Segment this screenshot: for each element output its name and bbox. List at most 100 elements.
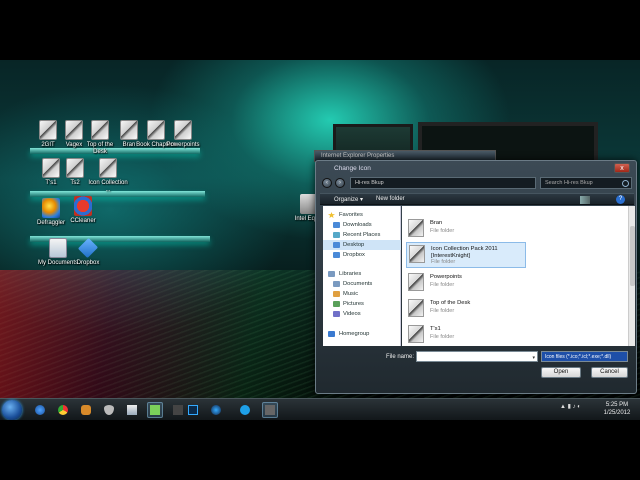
desktop-icon [333, 242, 340, 248]
shield-icon[interactable] [101, 402, 117, 418]
list-item[interactable]: Bran File folder [406, 217, 526, 239]
navigation-pane: Favorites Downloads Recent Places Deskto… [323, 206, 401, 346]
help-button[interactable]: ? [616, 195, 625, 204]
taskbar: ▲ ▮ ♪ ◐ 5:25 PM 1/25/2012 [0, 398, 640, 420]
pictures-icon [333, 301, 340, 307]
desktop-icon-label: Powerpoints [166, 142, 200, 148]
dialog-title: Change Icon [334, 165, 371, 172]
nav-label: Recent Places [343, 232, 381, 238]
nav-label: Favorites [339, 212, 363, 218]
file-type: File folder [430, 282, 455, 288]
file-name: Bran [430, 220, 443, 226]
clock-time: 5:25 PM [605, 402, 629, 408]
desktop-icon-label: Dropbox [76, 260, 100, 266]
close-button[interactable]: x [614, 163, 630, 173]
file-name-input[interactable]: ▾ [416, 351, 538, 362]
nav-item-libraries[interactable]: Libraries [323, 269, 401, 279]
internet-explorer-icon[interactable] [32, 402, 48, 418]
change-icon-dialog: Change Icon x ‹ › Hi-res Bkup Search Hi-… [315, 160, 637, 394]
file-type-select[interactable]: Icon files (*.ico;*.icl;*.exe;*.dll) [541, 351, 628, 362]
defraggler-icon [42, 198, 60, 218]
folder-icon [174, 120, 192, 140]
nav-item-pictures[interactable]: Pictures [323, 299, 401, 309]
nav-label: Pictures [343, 301, 364, 307]
desktop-icon-icon-collection[interactable]: Icon Collection ... [88, 158, 128, 194]
nav-item-dropbox[interactable]: Dropbox [323, 250, 401, 260]
dropbox-icon [333, 252, 340, 258]
back-button[interactable]: ‹ [322, 178, 332, 188]
new-folder-button[interactable]: New folder [376, 196, 405, 202]
scrollbar-thumb[interactable] [630, 226, 635, 286]
list-item[interactable]: Powerpoints File folder [406, 271, 526, 293]
nav-item-recent-places[interactable]: Recent Places [323, 230, 401, 240]
skype-icon[interactable] [237, 402, 253, 418]
desktop-icon-label: CCleaner [70, 218, 96, 224]
gimp-icon[interactable] [78, 402, 94, 418]
ccleaner-icon [74, 196, 92, 216]
file-list-scrollbar[interactable] [628, 206, 635, 346]
file-name: Powerpoints [430, 274, 462, 280]
folder-icon [408, 325, 424, 343]
list-item[interactable]: Icon Collection Pack 2011 [InterestKnigh… [406, 242, 526, 268]
address-text: Hi-res Bkup [355, 180, 384, 186]
folder-icon [408, 219, 424, 237]
open-button-label: Open [553, 369, 569, 375]
star-icon [328, 212, 335, 218]
desktop-icon-dropbox[interactable]: Dropbox [68, 237, 108, 267]
nav-label: Documents [343, 281, 373, 287]
forward-button[interactable]: › [335, 178, 345, 188]
address-bar[interactable]: Hi-res Bkup [350, 177, 536, 189]
dropbox-icon [77, 237, 99, 259]
music-icon [333, 291, 340, 297]
system-tray[interactable]: ▲ ▮ ♪ ◐ [560, 403, 600, 417]
list-item[interactable]: T's1 File folder [406, 323, 526, 345]
nav-item-favorites[interactable]: Favorites [323, 210, 401, 220]
folder-icon [91, 120, 109, 140]
notepad-icon[interactable] [124, 402, 140, 418]
nav-item-downloads[interactable]: Downloads [323, 220, 401, 230]
blank-taskbar-item[interactable] [170, 402, 186, 418]
file-type-value: Icon files (*.ico;*.icl;*.exe;*.dll) [545, 354, 612, 360]
photoshop-icon[interactable] [185, 402, 201, 418]
file-type: File folder [430, 228, 455, 234]
camera-icon[interactable] [262, 402, 278, 418]
nav-item-music[interactable]: Music [323, 289, 401, 299]
command-bar: Organize ▾ New folder ? [320, 193, 634, 205]
desktop-icon-powerpoints[interactable]: Powerpoints [163, 120, 203, 149]
search-input[interactable]: Search Hi-res Bkup [540, 177, 632, 189]
chevron-down-icon[interactable]: ▾ [532, 355, 535, 361]
tray-icons: ▲ ▮ ♪ ◐ [560, 404, 581, 410]
clock[interactable]: 5:25 PM 1/25/2012 [598, 401, 636, 417]
organize-button[interactable]: Organize ▾ [334, 196, 363, 203]
nav-label: Music [343, 291, 359, 297]
explorer-icon[interactable] [147, 402, 163, 418]
folder-icon [408, 273, 424, 291]
list-item[interactable]: Top of the Desk File folder [406, 297, 526, 319]
letterbox-top [0, 0, 640, 60]
media-player-icon[interactable] [208, 402, 224, 418]
nav-item-desktop[interactable]: Desktop [323, 240, 401, 250]
nav-label: Videos [343, 311, 361, 317]
desktop-icon-ccleaner[interactable]: CCleaner [63, 196, 103, 225]
downloads-icon [333, 222, 340, 228]
file-name: Top of the Desk [430, 300, 471, 306]
file-name: Icon Collection Pack 2011 [InterestKnigh… [431, 246, 498, 259]
videos-icon [333, 311, 340, 317]
start-button[interactable] [2, 400, 22, 420]
nav-label: Dropbox [343, 252, 365, 258]
file-type: File folder [430, 308, 455, 314]
nav-item-documents[interactable]: Documents [323, 279, 401, 289]
nav-item-homegroup[interactable]: Homegroup [323, 329, 401, 339]
nav-label: Homegroup [339, 331, 370, 337]
nav-item-videos[interactable]: Videos [323, 309, 401, 319]
cancel-button[interactable]: Cancel [591, 367, 628, 378]
documents-icon [49, 238, 67, 258]
view-options-icon[interactable] [580, 196, 590, 204]
chrome-icon[interactable] [55, 402, 71, 418]
file-name: T's1 [430, 326, 441, 332]
libraries-icon [328, 271, 335, 277]
folder-icon [409, 245, 425, 263]
open-button[interactable]: Open [541, 367, 581, 378]
desktop-icon-label: Icon Collection ... [88, 180, 128, 193]
homegroup-icon [328, 331, 335, 337]
